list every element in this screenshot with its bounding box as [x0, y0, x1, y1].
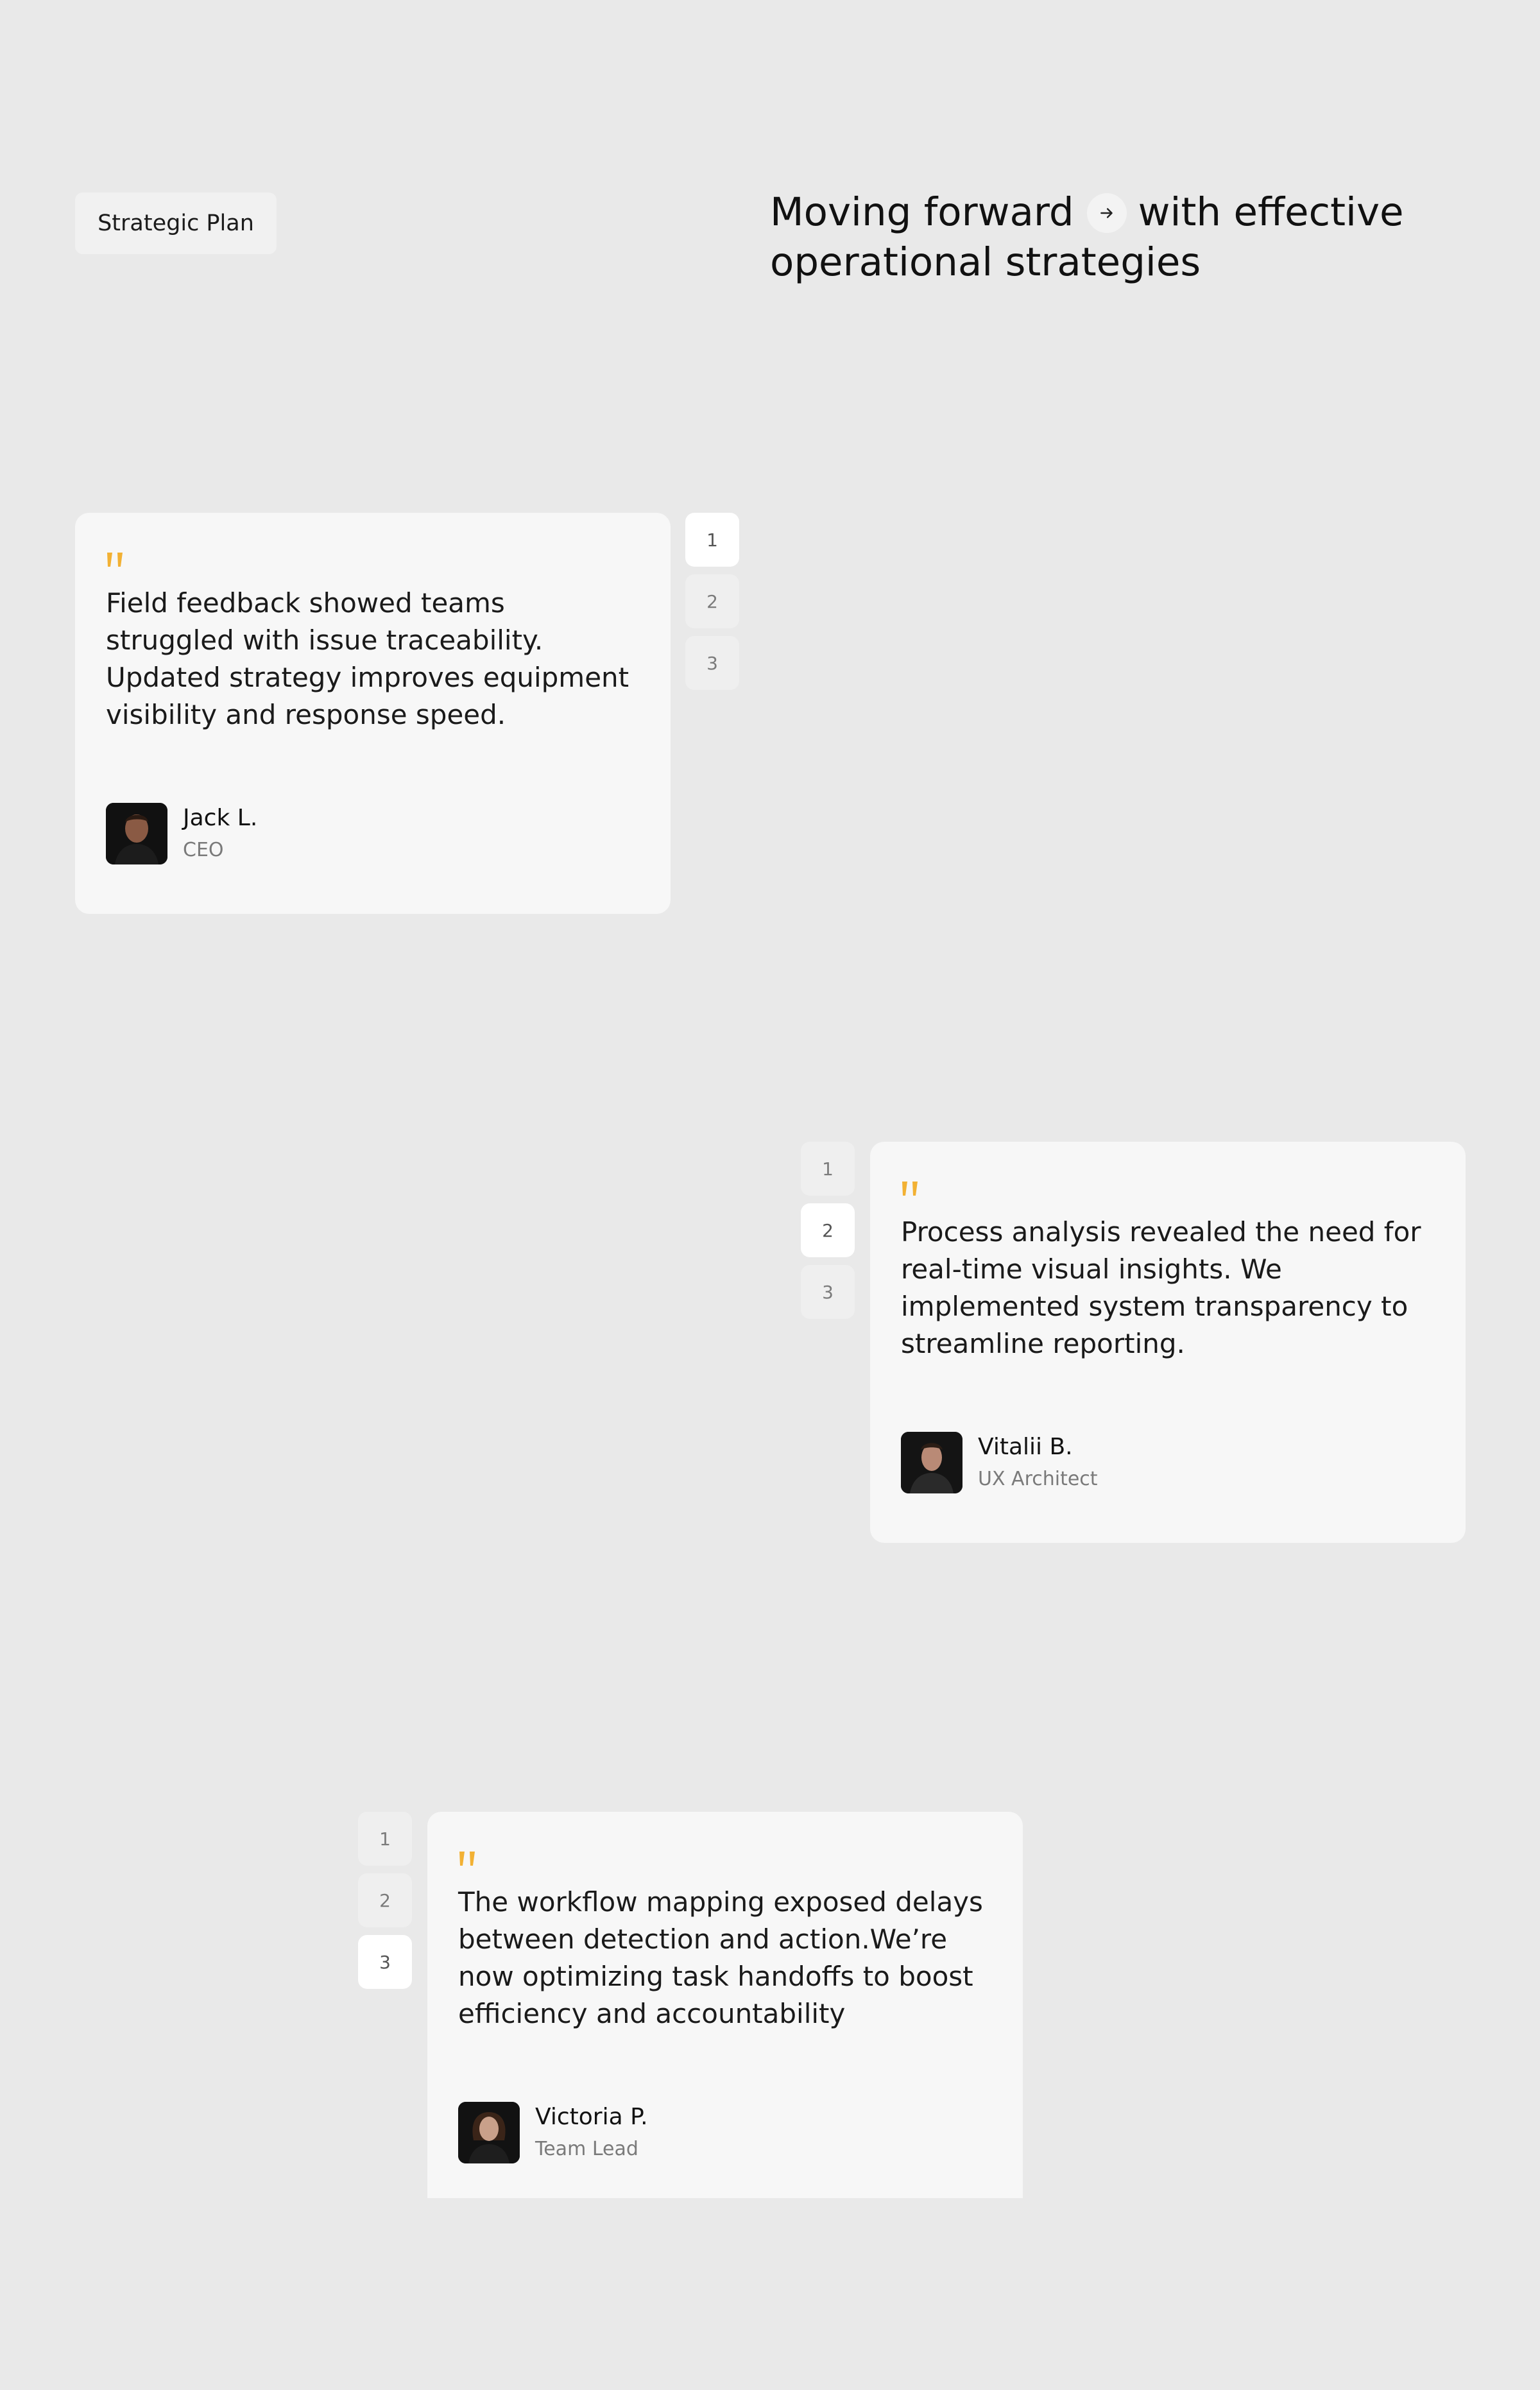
avatar	[106, 803, 167, 864]
strategic-plan-tag: Strategic Plan	[75, 193, 277, 254]
avatar	[901, 1432, 963, 1493]
headline-part-1: Moving forward	[770, 189, 1074, 235]
author-name: Jack L.	[183, 805, 258, 831]
testimonial-quote: The workflow mapping exposed delays betw…	[458, 1886, 983, 2029]
page-button-2[interactable]: 2	[358, 1873, 412, 1927]
author-role: Team Lead	[535, 2138, 638, 2160]
testimonial-quote: Process analysis revealed the need for r…	[901, 1216, 1421, 1359]
avatar	[458, 2102, 520, 2163]
page-button-3[interactable]: 3	[685, 636, 739, 690]
author-role: UX Architect	[978, 1468, 1098, 1490]
author-name: Victoria P.	[535, 2104, 648, 2130]
testimonial-author: Victoria P. Team Lead	[458, 2102, 992, 2163]
author-name: Vitalii B.	[978, 1434, 1073, 1460]
page-button-3[interactable]: 3	[801, 1265, 855, 1319]
arrow-right-icon[interactable]	[1086, 193, 1127, 233]
author-role: CEO	[183, 839, 224, 861]
testimonial-quote: Field feedback showed teams struggled wi…	[106, 587, 629, 730]
page-button-1[interactable]: 1	[801, 1142, 855, 1196]
testimonial-pager-1: 1 2 3	[685, 513, 739, 698]
page-button-1[interactable]: 1	[358, 1812, 412, 1866]
headline-part-2: with effective	[1138, 189, 1404, 235]
quote-icon	[107, 553, 123, 567]
testimonial-card-1: Field feedback showed teams struggled wi…	[75, 513, 671, 914]
page-button-2[interactable]: 2	[685, 574, 739, 628]
quote-icon	[459, 1852, 475, 1866]
testimonial-card-3: The workflow mapping exposed delays betw…	[427, 1812, 1023, 2198]
headline-part-3: operational strategies	[770, 239, 1201, 285]
page-button-1[interactable]: 1	[685, 513, 739, 567]
testimonial-pager-2: 1 2 3	[801, 1142, 855, 1327]
page-headline: Moving forward with effective operational…	[770, 187, 1489, 288]
quote-icon	[902, 1182, 918, 1196]
testimonial-author: Jack L. CEO	[106, 803, 640, 864]
page-button-2[interactable]: 2	[801, 1203, 855, 1257]
testimonial-pager-3: 1 2 3	[358, 1812, 412, 1997]
testimonial-card-2: Process analysis revealed the need for r…	[870, 1142, 1466, 1543]
testimonial-author: Vitalii B. UX Architect	[901, 1432, 1435, 1493]
page-button-3[interactable]: 3	[358, 1935, 412, 1989]
